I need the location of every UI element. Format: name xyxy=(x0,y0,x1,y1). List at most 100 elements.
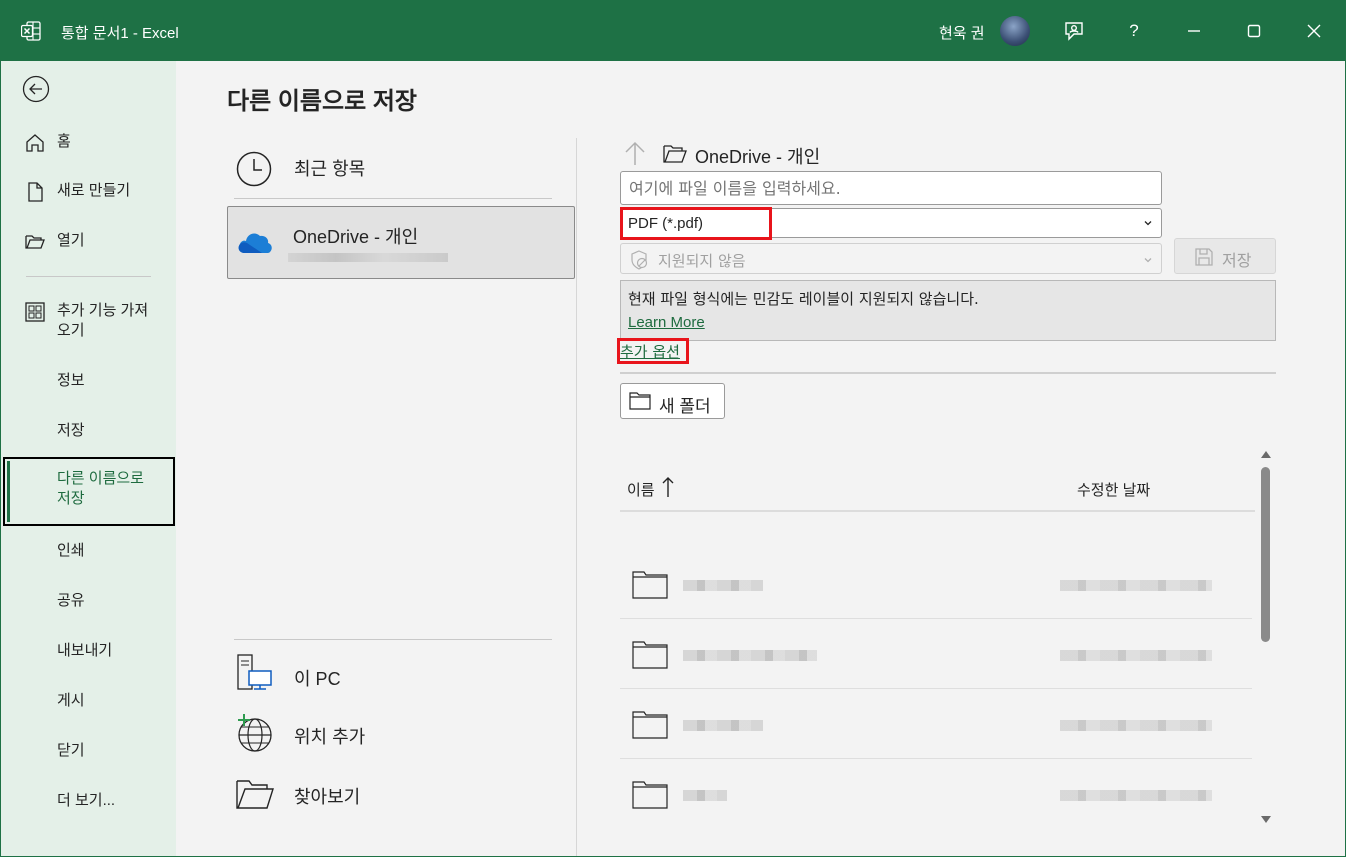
folder-date-blurred xyxy=(1060,580,1212,591)
save-button-label: 저장 xyxy=(1222,253,1252,270)
list-item[interactable] xyxy=(620,549,1252,619)
list-item[interactable] xyxy=(620,759,1252,829)
location-this-pc-label: 이 PC xyxy=(294,669,341,689)
nav-item-close[interactable]: 닫기 xyxy=(1,741,176,763)
nav-label-info: 정보 xyxy=(57,372,85,389)
nav-item-share[interactable]: 공유 xyxy=(1,591,176,613)
nav-label-export: 내보내기 xyxy=(57,642,113,659)
excel-logo-icon xyxy=(21,21,41,41)
new-folder-label: 새 폴더 xyxy=(659,397,711,416)
file-list-scrollbar[interactable] xyxy=(1258,447,1274,827)
nav-label-home: 홈 xyxy=(57,133,71,150)
minimize-button[interactable] xyxy=(1177,14,1211,48)
back-arrow-icon[interactable] xyxy=(21,74,51,104)
column-divider xyxy=(576,138,577,856)
addins-grid-icon xyxy=(25,302,45,322)
nav-label-save: 저장 xyxy=(57,422,85,439)
feedback-icon xyxy=(1065,22,1083,41)
filename-input[interactable] xyxy=(620,171,1162,205)
location-recent-label: 최근 항목 xyxy=(294,159,366,179)
avatar[interactable] xyxy=(1000,16,1030,46)
folder-name-blurred xyxy=(683,790,727,801)
folder-name-blurred xyxy=(683,720,763,731)
info-message: 현재 파일 형식에는 민감도 레이블이 지원되지 않습니다. xyxy=(628,290,979,308)
onedrive-cloud-icon xyxy=(238,233,272,253)
folder-open-icon xyxy=(663,145,687,163)
page-title: 다른 이름으로 저장 xyxy=(227,88,417,115)
save-button[interactable]: 저장 xyxy=(1174,238,1276,274)
scroll-thumb[interactable] xyxy=(1261,467,1270,642)
onedrive-account-blurred xyxy=(288,253,448,262)
scroll-up-arrow-icon[interactable] xyxy=(1260,449,1272,459)
sensitivity-value: 지원되지 않음 xyxy=(658,252,746,270)
location-recent[interactable]: 최근 항목 xyxy=(227,146,552,196)
folder-date-blurred xyxy=(1060,720,1212,731)
window-title: 통합 문서1 - Excel xyxy=(61,25,179,42)
new-document-icon xyxy=(28,182,43,202)
list-item[interactable] xyxy=(620,619,1252,689)
highlight-box-more-options xyxy=(617,338,689,364)
current-path[interactable]: OneDrive - 개인 xyxy=(695,143,820,169)
folder-date-blurred xyxy=(1060,790,1212,801)
home-icon xyxy=(26,134,44,152)
maximize-button[interactable] xyxy=(1237,14,1271,48)
nav-label-open: 열기 xyxy=(57,232,85,249)
nav-label-share: 공유 xyxy=(57,592,85,609)
globe-add-icon xyxy=(238,714,272,752)
folder-icon xyxy=(632,781,668,809)
new-folder-icon xyxy=(629,392,651,410)
chevron-down-icon xyxy=(1144,258,1152,263)
learn-more-link[interactable]: Learn More xyxy=(628,314,705,331)
nav-item-save-as[interactable]: 다른 이름으로 저장 xyxy=(3,457,175,526)
nav-label-get-addins: 추가 기능 가져 오기 xyxy=(57,302,149,339)
nav-item-home[interactable]: 홈 xyxy=(1,132,176,154)
location-browse[interactable]: 찾아보기 xyxy=(227,773,552,817)
backstage-nav: 홈 새로 만들기 열기 추가 기능 가져 오기 정보 저장 다른 이름으로 저장… xyxy=(1,61,176,856)
nav-label-publish: 게시 xyxy=(57,692,85,709)
location-onedrive[interactable]: OneDrive - 개인 xyxy=(227,206,575,279)
title-bar: 통합 문서1 - Excel 현욱 권 ? xyxy=(0,0,1346,61)
nav-divider xyxy=(26,276,151,277)
active-indicator xyxy=(7,461,10,522)
minimize-icon xyxy=(1188,30,1200,32)
nav-label-more: 더 보기... xyxy=(57,792,116,809)
nav-item-save[interactable]: 저장 xyxy=(1,421,176,443)
help-icon: ? xyxy=(1129,21,1139,40)
new-folder-button[interactable]: 새 폴더 xyxy=(620,383,725,419)
sort-ascending-icon xyxy=(662,477,674,497)
help-button[interactable]: ? xyxy=(1117,14,1151,48)
feedback-button[interactable] xyxy=(1057,14,1091,48)
folder-date-blurred xyxy=(1060,650,1212,661)
column-header-date[interactable]: 수정한 날짜 xyxy=(1077,479,1150,500)
location-this-pc[interactable]: 이 PC xyxy=(227,653,552,697)
nav-item-info[interactable]: 정보 xyxy=(1,371,176,393)
sensitivity-dropdown: 지원되지 않음 xyxy=(620,243,1162,274)
list-item[interactable] xyxy=(620,689,1252,759)
nav-label-new: 새로 만들기 xyxy=(57,182,131,199)
close-icon xyxy=(1307,24,1321,38)
nav-item-more[interactable]: 더 보기... xyxy=(1,791,176,813)
location-divider xyxy=(234,639,552,640)
nav-label-print: 인쇄 xyxy=(57,542,85,559)
nav-item-export[interactable]: 내보내기 xyxy=(1,641,176,663)
nav-item-open[interactable]: 열기 xyxy=(1,231,176,253)
folder-name-blurred xyxy=(683,580,763,591)
save-icon xyxy=(1195,248,1213,266)
highlight-box-file-type xyxy=(620,207,772,240)
scroll-down-arrow-icon[interactable] xyxy=(1260,815,1272,825)
folder-icon xyxy=(632,641,668,669)
close-button[interactable] xyxy=(1297,14,1331,48)
backstage-window: 홈 새로 만들기 열기 추가 기능 가져 오기 정보 저장 다른 이름으로 저장… xyxy=(1,61,1345,856)
folder-icon xyxy=(632,571,668,599)
nav-label-close: 닫기 xyxy=(57,742,85,759)
nav-item-new[interactable]: 새로 만들기 xyxy=(1,181,176,203)
up-folder-arrow-icon[interactable] xyxy=(623,140,647,166)
nav-item-get-addins[interactable]: 추가 기능 가져 오기 xyxy=(1,301,176,343)
nav-label-save-as: 다른 이름으로 저장 xyxy=(57,470,144,507)
user-name[interactable]: 현욱 권 xyxy=(939,22,985,43)
nav-item-publish[interactable]: 게시 xyxy=(1,691,176,713)
column-header-name[interactable]: 이름 xyxy=(627,479,655,500)
nav-item-print[interactable]: 인쇄 xyxy=(1,541,176,563)
location-add-place[interactable]: 위치 추가 xyxy=(227,713,552,757)
location-add-place-label: 위치 추가 xyxy=(294,727,366,747)
